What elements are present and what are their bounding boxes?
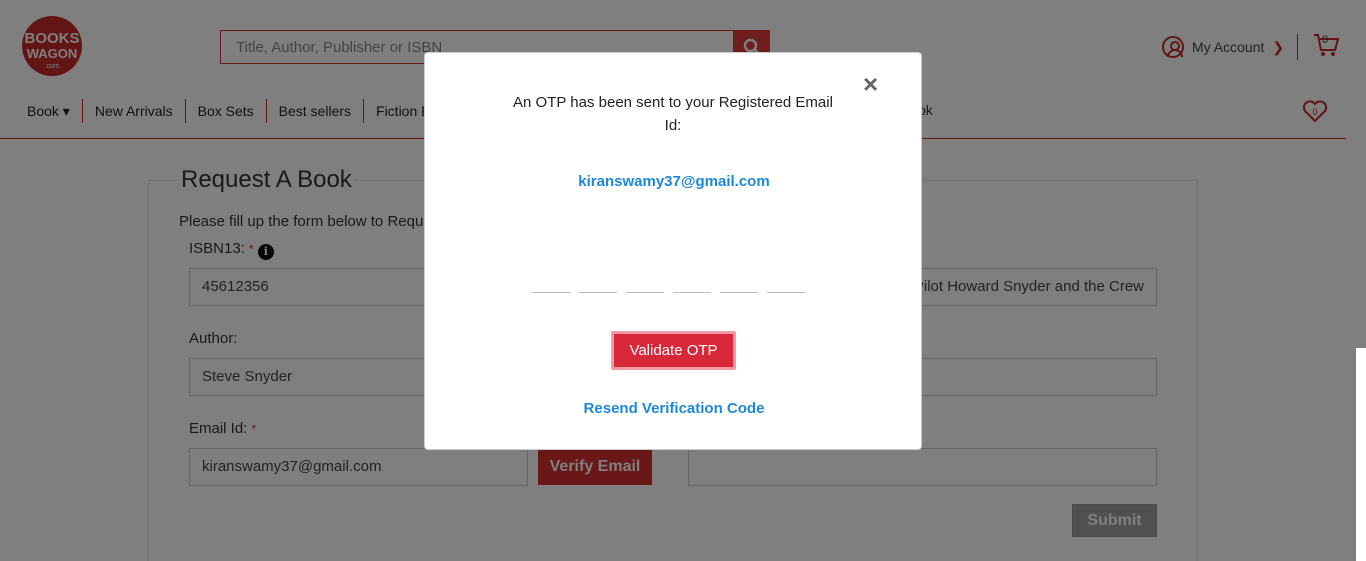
otp-digit-3[interactable]: [626, 275, 664, 293]
scrollbar-track[interactable]: [1356, 348, 1366, 561]
close-icon[interactable]: ×: [863, 71, 878, 97]
resend-code-link[interactable]: Resend Verification Code: [425, 400, 923, 417]
validate-otp-button[interactable]: Validate OTP: [611, 331, 736, 370]
otp-digit-4[interactable]: [673, 275, 711, 293]
otp-input-group: [532, 275, 805, 293]
otp-digit-5[interactable]: [720, 275, 758, 293]
otp-modal: × An OTP has been sent to your Registere…: [424, 52, 922, 450]
otp-digit-6[interactable]: [767, 275, 805, 293]
otp-digit-2[interactable]: [579, 275, 617, 293]
otp-digit-1[interactable]: [532, 275, 570, 293]
otp-message: An OTP has been sent to your Registered …: [513, 94, 833, 134]
registered-email: kiranswamy37@gmail.com: [578, 173, 770, 190]
